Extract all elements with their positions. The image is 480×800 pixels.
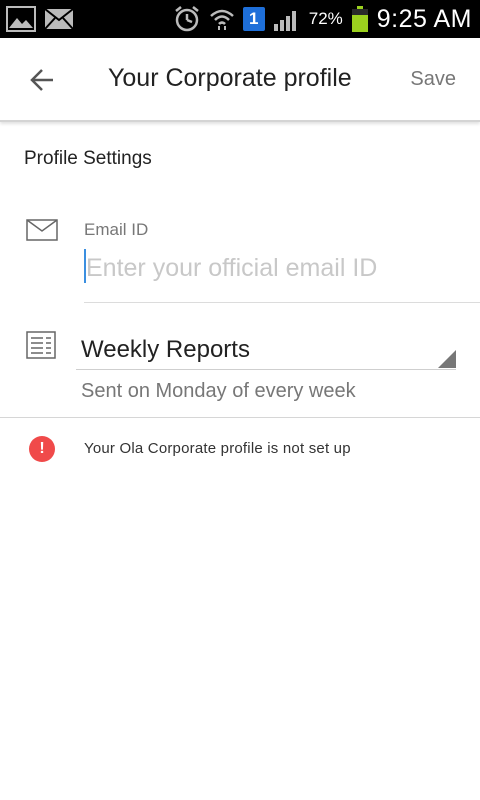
envelope-icon [26,219,58,246]
signal-icon [273,6,301,32]
email-input[interactable] [84,250,464,286]
save-button[interactable]: Save [410,68,456,91]
text-cursor [84,249,86,283]
status-right-icons: 1 72% 9:25 AM [173,0,472,38]
back-button[interactable] [24,62,60,98]
battery-percent: 72% [308,9,343,28]
report-frequency-dropdown[interactable]: Weekly Reports [76,332,456,370]
email-underline [84,302,480,303]
email-label: Email ID [84,220,149,239]
sim-icon: 1 [242,7,265,31]
back-arrow-icon [30,69,53,91]
mail-icon [44,6,74,32]
image-icon [6,6,36,32]
status-bar: 1 72% 9:25 AM [0,0,480,38]
section-title: Profile Settings [24,148,152,169]
page-title: Your Corporate profile [108,64,352,92]
wifi-icon [209,6,235,32]
battery-icon [351,5,369,33]
report-frequency-subtitle: Sent on Monday of every week [81,380,356,402]
divider [0,417,480,418]
report-icon [26,331,56,364]
report-frequency-value: Weekly Reports [81,336,250,363]
dropdown-triangle-icon [438,350,456,368]
profile-status-message: Your Ola Corporate profile is not set up [84,440,351,457]
app-bar: Your Corporate profile Save [0,38,480,122]
status-left-icons [6,6,74,32]
alarm-icon [173,5,201,33]
alert-icon: ! [29,436,55,462]
clock: 9:25 AM [376,4,472,33]
